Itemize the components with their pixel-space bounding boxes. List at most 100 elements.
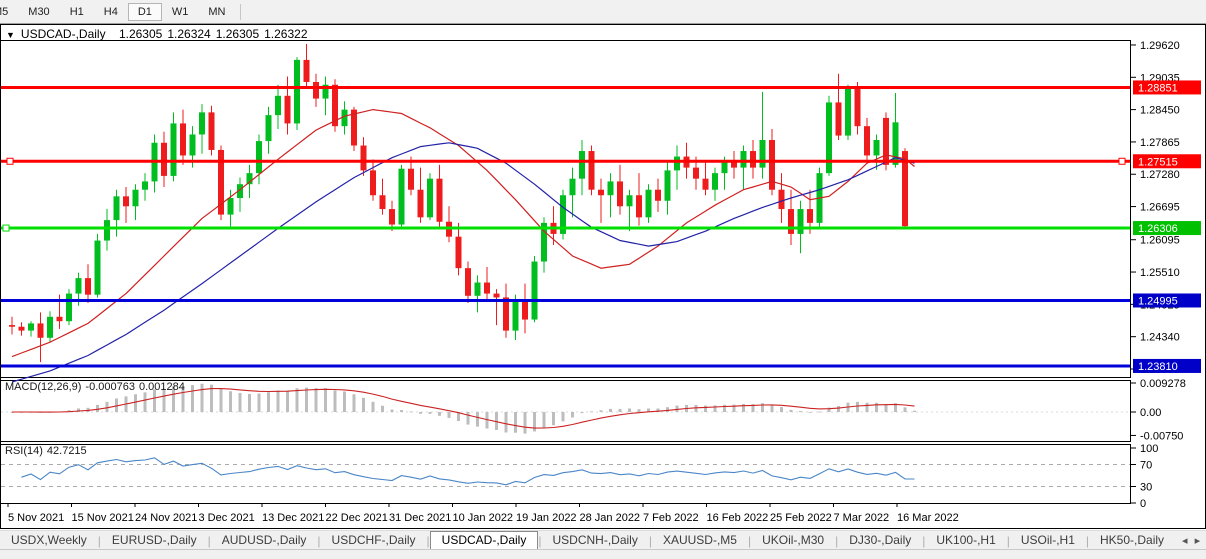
candle-body: [750, 151, 756, 168]
macd-bar: [220, 389, 223, 412]
timeframe-button-h1[interactable]: H1: [60, 3, 94, 21]
candle-body: [779, 190, 785, 209]
rsi-tick-label: 30: [1140, 482, 1152, 494]
candle-body: [95, 241, 101, 295]
timeframe-button-m5[interactable]: M5: [0, 3, 18, 21]
open-value: 1.26305: [119, 27, 162, 41]
candle-body: [28, 323, 34, 330]
tab-hk50-daily[interactable]: HK50-,Daily: [1089, 532, 1175, 549]
candle-body: [532, 262, 538, 320]
macd-bar: [334, 390, 337, 412]
candle-body: [304, 60, 310, 82]
candle-body: [38, 323, 44, 337]
tab-ukoil-m30[interactable]: UKOil-,M30: [751, 532, 835, 549]
tab-dj30-daily[interactable]: DJ30-,Daily: [838, 532, 922, 549]
candle-body: [275, 96, 281, 115]
macd-bar: [666, 407, 669, 412]
macd-bar: [790, 410, 793, 412]
tab-usoil-h1[interactable]: USOil-,H1: [1010, 532, 1086, 549]
price-tick-label: 1.24340: [1140, 332, 1180, 344]
macd-bar: [362, 398, 365, 412]
macd-bar: [476, 412, 479, 427]
timeframe-button-d1[interactable]: D1: [128, 3, 162, 21]
close-value: 1.26322: [264, 27, 307, 41]
macd-bar: [723, 405, 726, 412]
time-tick-label: 5 Nov 2021: [8, 512, 64, 524]
candle-body: [199, 112, 205, 134]
candle-body: [456, 237, 462, 268]
tab-scroll-arrows: ◂▸: [1175, 534, 1206, 547]
tab-usdcad-daily[interactable]: USDCAD-,Daily: [430, 531, 539, 550]
macd-bar: [144, 392, 147, 412]
candle-body: [380, 195, 386, 209]
timeframe-button-m30[interactable]: M30: [18, 3, 59, 21]
timeframe-button-w1[interactable]: W1: [162, 3, 199, 21]
candle-body: [484, 283, 490, 294]
macd-bar: [619, 409, 622, 412]
tab-eurusd-daily[interactable]: EURUSD-,Daily: [101, 532, 208, 549]
macd-bar: [277, 391, 280, 412]
tab-audusd-daily[interactable]: AUDUSD-,Daily: [211, 532, 318, 549]
candle-body: [836, 102, 842, 135]
candle-body: [465, 268, 471, 296]
trendline-handle[interactable]: [3, 225, 9, 231]
tab-usdchf-daily[interactable]: USDCHF-,Daily: [321, 532, 427, 549]
tab-xauusd-m5[interactable]: XAUUSD-,M5: [652, 532, 748, 549]
candle-body: [190, 134, 196, 155]
macd-bar: [106, 402, 109, 412]
rsi-indicator-label: RSI(14)42.7215: [5, 445, 91, 457]
candle-body: [161, 143, 167, 176]
macd-bar: [391, 410, 394, 412]
macd-bar: [239, 393, 242, 412]
candle-body: [180, 123, 186, 155]
macd-bar: [552, 412, 555, 425]
timeframe-button-h4[interactable]: H4: [94, 3, 128, 21]
timeframe-toolbar: M5M30H1H4D1W1MN: [0, 0, 1206, 24]
tab-scroll-left-icon[interactable]: ◂: [1182, 535, 1188, 547]
candle-body: [598, 190, 604, 196]
candle-body: [874, 140, 880, 155]
tab-scroll-right-icon[interactable]: ▸: [1195, 535, 1201, 547]
price-tick-label: 1.26695: [1140, 202, 1180, 214]
price-tick-label: 1.27280: [1140, 169, 1180, 181]
price-tick-label: 1.27865: [1140, 137, 1180, 149]
candle-body: [76, 278, 82, 293]
time-tick-label: 24 Nov 2021: [135, 512, 197, 524]
candle-body: [855, 88, 861, 127]
macd-bar: [704, 406, 707, 412]
macd-bar: [248, 394, 251, 412]
rsi-tick-label: 100: [1140, 443, 1158, 455]
candle-body: [760, 140, 766, 168]
candle-body: [807, 209, 813, 223]
macd-bar: [305, 388, 308, 412]
macd-bar: [296, 388, 299, 412]
trendline-handle[interactable]: [7, 158, 13, 164]
price-badge-label: 1.27515: [1138, 156, 1178, 168]
time-tick-label: 19 Jan 2022: [516, 512, 577, 524]
tab-usdx-weekly[interactable]: USDX,Weekly: [0, 532, 98, 549]
chart-canvas[interactable]: 1.296201.290351.284501.278651.272801.266…: [0, 24, 1206, 529]
time-tick-label: 22 Dec 2021: [326, 512, 388, 524]
candle-body: [133, 190, 139, 207]
macd-bar: [201, 384, 204, 412]
candle-body: [703, 179, 709, 190]
candle-body: [513, 299, 519, 330]
macd-bar: [438, 412, 441, 416]
trendline-handle[interactable]: [1119, 158, 1125, 164]
timeframe-button-mn[interactable]: MN: [198, 3, 235, 21]
macd-bar: [562, 412, 565, 421]
symbol-dropdown-icon[interactable]: ▼: [6, 30, 15, 40]
candle-body: [731, 162, 737, 168]
macd-bar: [875, 403, 878, 412]
candle-body: [741, 151, 747, 168]
macd-bar: [353, 394, 356, 412]
macd-bar: [581, 412, 584, 413]
candle-body: [266, 115, 272, 141]
candle-body: [503, 297, 509, 330]
tab-uk100-h1[interactable]: UK100-,H1: [925, 532, 1006, 549]
time-tick-label: 15 Nov 2021: [72, 512, 134, 524]
macd-bar: [524, 412, 527, 434]
candle-body: [798, 209, 804, 234]
macd-bar: [866, 403, 869, 412]
tab-usdcnh-daily[interactable]: USDCNH-,Daily: [541, 532, 648, 549]
